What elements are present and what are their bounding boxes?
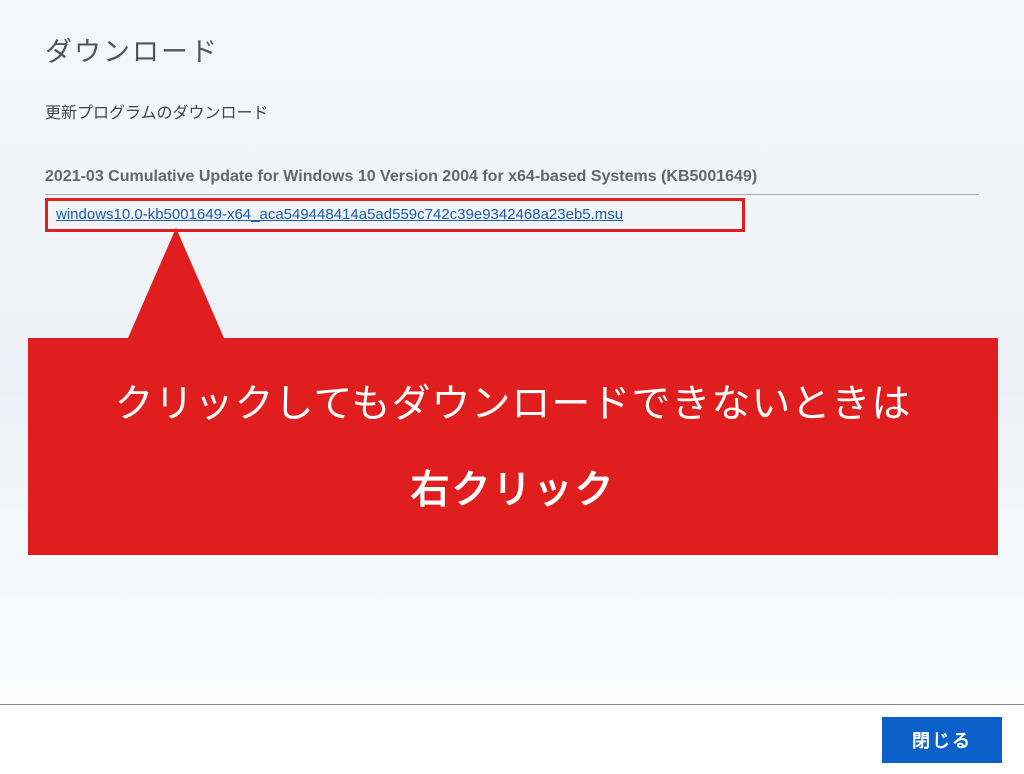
- callout-box: クリックしてもダウンロードできないときは 右クリック: [28, 338, 998, 555]
- callout-text-line2: 右クリック: [48, 459, 978, 515]
- download-link[interactable]: windows10.0-kb5001649-x64_aca549448414a5…: [56, 206, 623, 223]
- update-title: 2021-03 Cumulative Update for Windows 10…: [45, 168, 979, 186]
- divider: [45, 194, 979, 195]
- callout-text-line1: クリックしてもダウンロードできないときは: [48, 373, 978, 429]
- footer: 閉じる: [0, 704, 1024, 774]
- page-title: ダウンロード: [45, 30, 979, 69]
- callout-arrow-icon: [128, 228, 224, 338]
- download-link-highlight-box: windows10.0-kb5001649-x64_aca549448414a5…: [45, 198, 745, 232]
- callout-annotation: クリックしてもダウンロードできないときは 右クリック: [28, 228, 998, 555]
- subtitle: 更新プログラムのダウンロード: [45, 99, 979, 123]
- close-button[interactable]: 閉じる: [882, 717, 1002, 763]
